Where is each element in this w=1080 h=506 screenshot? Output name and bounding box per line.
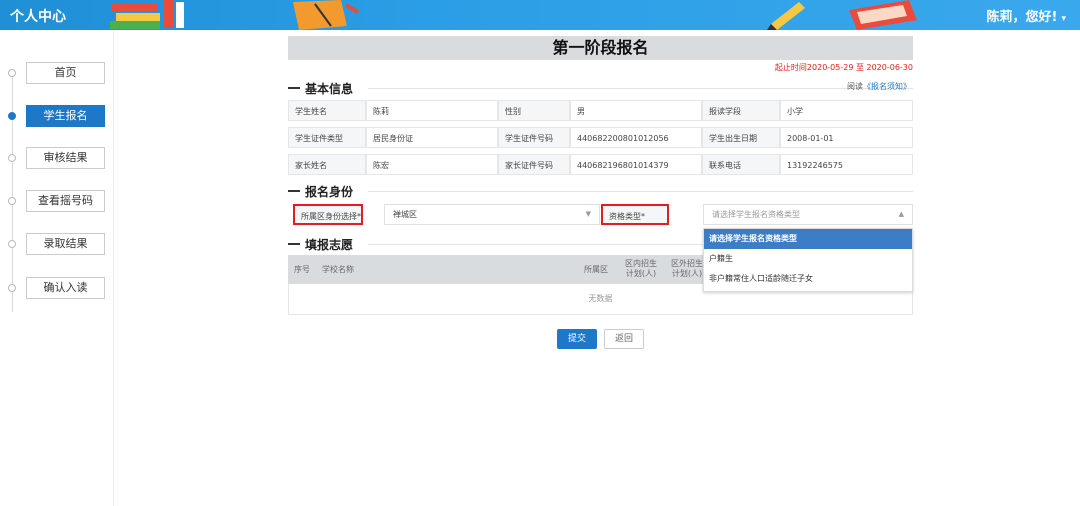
divider — [368, 191, 913, 192]
sidebar-item-label[interactable]: 录取结果 — [26, 233, 105, 255]
section-marker — [288, 243, 300, 245]
dropdown-option[interactable]: 请选择学生报名资格类型 — [704, 229, 912, 249]
qualification-select[interactable]: 请选择学生报名资格类型 ▲ — [703, 204, 913, 225]
value-student-id-number: 440682200801012056 — [570, 127, 702, 148]
value-parent-name: 陈宏 — [366, 154, 498, 175]
value-phone: 13192246575 — [780, 154, 913, 175]
value-student-name: 陈莉 — [366, 100, 498, 121]
chevron-up-icon: ▲ — [898, 210, 904, 218]
timeline-dot — [8, 284, 16, 292]
sidebar-item-label[interactable]: 查看摇号码 — [26, 190, 105, 212]
label-gender: 性别 — [498, 100, 570, 121]
user-greeting[interactable]: 陈莉，您好! ▾ — [987, 6, 1066, 25]
section-marker — [288, 87, 300, 89]
submit-button[interactable]: 提交 — [557, 329, 597, 349]
main-content: 第一阶段报名 起止时间2020-05-29 至 2020-06-30 基本信息 … — [288, 36, 913, 349]
timeline-dot — [8, 197, 16, 205]
value-birth-date: 2008-01-01 — [780, 127, 913, 148]
label-student-id-number: 学生证件号码 — [498, 127, 570, 148]
col-out-plan: 区外招生计划(人) — [671, 259, 703, 278]
sidebar-item-label[interactable]: 审核结果 — [26, 147, 105, 169]
label-qualification-type: 资格类型* — [601, 204, 669, 225]
value-student-id-type: 居民身份证 — [366, 127, 498, 148]
sidebar: 首页 学生报名 审核结果 查看摇号码 录取结果 确认入读 — [0, 30, 114, 506]
section-marker — [288, 190, 300, 192]
label-student-name: 学生姓名 — [288, 100, 366, 121]
label-parent-id-number: 家长证件号码 — [498, 154, 570, 175]
sidebar-item-label[interactable]: 学生报名 — [26, 105, 105, 127]
app-title: 个人中心 — [10, 9, 66, 25]
sidebar-item-review-result[interactable]: 审核结果 — [0, 147, 114, 169]
timeline-dot — [8, 154, 16, 162]
sidebar-item-label[interactable]: 首页 — [26, 62, 105, 84]
dropdown-option[interactable]: 非户籍常住人口适龄随迁子女 — [704, 269, 912, 289]
section-title: 基本信息 — [305, 82, 354, 96]
timeline-dot — [8, 240, 16, 248]
sidebar-item-label[interactable]: 确认入读 — [26, 277, 105, 299]
back-button[interactable]: 返回 — [604, 329, 644, 349]
sidebar-item-student-registration[interactable]: 学生报名 — [0, 105, 114, 127]
col-district: 所属区 — [584, 265, 608, 274]
pencil-illustration — [767, 2, 805, 30]
notebook-illustration — [293, 0, 359, 30]
section-title: 填报志愿 — [305, 238, 354, 252]
district-select[interactable]: 禅城区 ▼ — [384, 204, 600, 225]
pencil-case-illustration — [849, 0, 917, 30]
value-parent-id-number: 440682196801014379 — [570, 154, 702, 175]
value-gender: 男 — [570, 100, 702, 121]
sidebar-item-home[interactable]: 首页 — [0, 62, 114, 84]
divider — [368, 88, 913, 89]
label-parent-name: 家长姓名 — [288, 154, 366, 175]
info-row: 家长姓名 陈宏 家长证件号码 440682196801014379 联系电话 1… — [288, 154, 913, 175]
label-school-stage: 报读学段 — [702, 100, 780, 121]
sidebar-item-lottery-number[interactable]: 查看摇号码 — [0, 190, 114, 212]
sidebar-item-confirm-enrollment[interactable]: 确认入读 — [0, 277, 114, 299]
info-row: 学生姓名 陈莉 性别 男 报读学段 小学 — [288, 100, 913, 121]
registration-period: 起止时间2020-05-29 至 2020-06-30 — [774, 63, 913, 72]
chevron-down-icon[interactable]: ▾ — [1061, 14, 1066, 24]
col-no: 序号 — [294, 265, 310, 274]
info-row: 学生证件类型 居民身份证 学生证件号码 440682200801012056 学… — [288, 127, 913, 148]
sidebar-item-admission-result[interactable]: 录取结果 — [0, 233, 114, 255]
section-identity: 报名身份 — [288, 183, 913, 199]
timeline-dot — [8, 112, 16, 120]
label-birth-date: 学生出生日期 — [702, 127, 780, 148]
page-title: 第一阶段报名 — [288, 36, 913, 60]
section-title: 报名身份 — [305, 185, 354, 199]
qualification-dropdown: 请选择学生报名资格类型 户籍生 非户籍常住人口适龄随迁子女 — [703, 228, 913, 292]
dropdown-option[interactable]: 户籍生 — [704, 249, 912, 269]
value-school-stage: 小学 — [780, 100, 913, 121]
col-in-plan: 区内招生计划(人) — [625, 259, 657, 278]
books-illustration — [110, 0, 184, 29]
section-basic-info: 基本信息 阅读《报名须知》 — [288, 80, 913, 96]
label-district: 所属区身份选择* — [293, 204, 363, 225]
label-phone: 联系电话 — [702, 154, 780, 175]
read-notice: 阅读《报名须知》 — [847, 82, 911, 91]
identity-row: 所属区身份选择* 禅城区 ▼ 资格类型* 请选择学生报名资格类型 ▲ — [288, 204, 913, 225]
label-student-id-type: 学生证件类型 — [288, 127, 366, 148]
registration-notice-link[interactable]: 《报名须知》 — [863, 82, 911, 91]
top-bar: 个人中心 陈莉，您好! ▾ — [0, 0, 1080, 30]
chevron-down-icon: ▼ — [585, 210, 591, 218]
col-school: 学校名称 — [322, 265, 354, 274]
timeline-dot — [8, 69, 16, 77]
